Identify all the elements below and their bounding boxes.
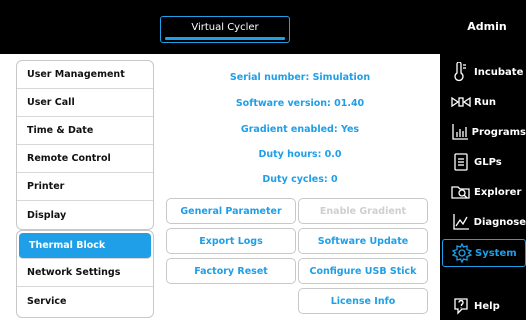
software-version-text: Software version: 01.40: [235, 98, 365, 109]
menu-item-printer[interactable]: Printer: [17, 173, 153, 201]
nav-item-system[interactable]: System: [442, 239, 526, 267]
programs-icon: [450, 122, 470, 142]
nav-item-run[interactable]: Run: [442, 88, 526, 116]
nav-label-help: Help: [474, 300, 500, 312]
user-label[interactable]: Admin: [452, 20, 522, 33]
nav-label-system: System: [475, 247, 517, 259]
nav-item-help[interactable]: Help: [442, 292, 526, 320]
gradient-enabled-text: Gradient enabled: Yes: [240, 124, 360, 135]
serial-number-text: Serial number: Simulation: [229, 72, 371, 83]
duty-cycles-text: Duty cycles: 0: [262, 174, 338, 185]
general-parameter-button[interactable]: General Parameter: [166, 198, 296, 224]
export-logs-button[interactable]: Export Logs: [166, 228, 296, 254]
gear-icon: [451, 243, 473, 263]
menu-item-network-settings[interactable]: Network Settings: [17, 259, 153, 287]
right-nav: Incubate Run Programs GLPs Explorer Diag…: [440, 54, 526, 320]
configure-usb-button[interactable]: Configure USB Stick: [298, 258, 428, 284]
menu-item-service[interactable]: Service: [17, 287, 153, 315]
nav-label-explorer: Explorer: [474, 186, 522, 198]
menu-item-user-management[interactable]: User Management: [17, 61, 153, 89]
folder-search-icon: [450, 182, 472, 202]
software-update-button[interactable]: Software Update: [298, 228, 428, 254]
title-underline: [165, 37, 285, 40]
document-icon: [450, 152, 472, 172]
nav-label-programs: Programs: [471, 126, 526, 138]
nav-label-diagnose: Diagnose: [473, 216, 526, 228]
run-icon: [450, 92, 472, 112]
nav-item-explorer[interactable]: Explorer: [442, 178, 526, 206]
thermometer-icon: [450, 62, 472, 82]
nav-item-diagnose[interactable]: Diagnose: [442, 208, 526, 236]
settings-menu-secondary: Thermal Block Network Settings Service: [16, 230, 154, 318]
diagnose-icon: [450, 212, 472, 232]
menu-item-display[interactable]: Display: [17, 201, 153, 229]
settings-menu-main: User Management User Call Time & Date Re…: [16, 60, 154, 230]
menu-item-thermal-block[interactable]: Thermal Block: [19, 233, 151, 259]
menu-item-remote-control[interactable]: Remote Control: [17, 145, 153, 173]
menu-item-time-date[interactable]: Time & Date: [17, 117, 153, 145]
enable-gradient-button[interactable]: Enable Gradient: [298, 198, 428, 224]
nav-label-run: Run: [474, 96, 496, 108]
nav-label-glps: GLPs: [474, 156, 502, 168]
nav-item-programs[interactable]: Programs: [442, 118, 526, 146]
top-bar: Virtual Cycler Admin: [0, 0, 526, 54]
duty-hours-text: Duty hours: 0.0: [258, 149, 342, 160]
help-icon: [450, 296, 472, 316]
nav-item-glps[interactable]: GLPs: [442, 148, 526, 176]
nav-item-incubate[interactable]: Incubate: [442, 58, 526, 86]
nav-label-incubate: Incubate: [474, 66, 524, 78]
license-info-button[interactable]: License Info: [298, 288, 428, 314]
menu-item-user-call[interactable]: User Call: [17, 89, 153, 117]
title-label: Virtual Cycler: [191, 22, 259, 33]
title-tab[interactable]: Virtual Cycler: [160, 16, 290, 43]
factory-reset-button[interactable]: Factory Reset: [166, 258, 296, 284]
